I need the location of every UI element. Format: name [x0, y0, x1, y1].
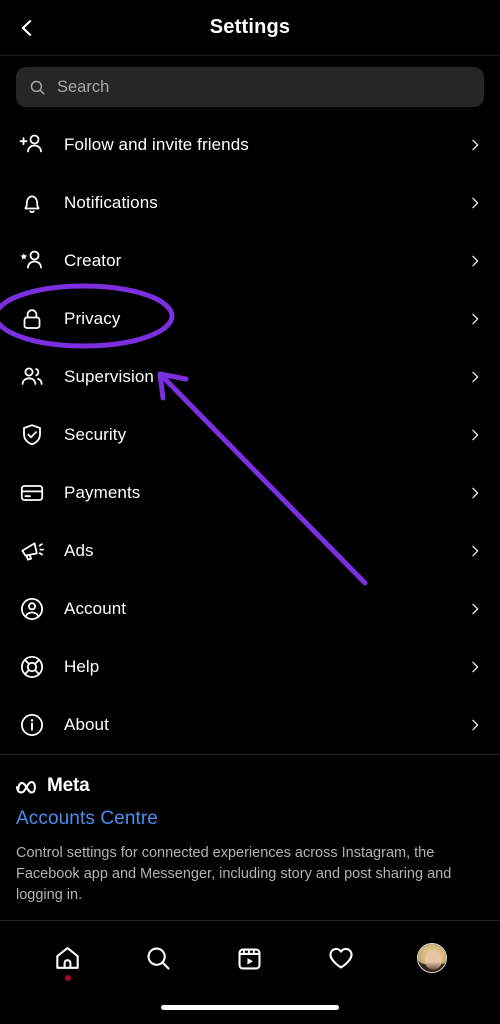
nav-reels[interactable]	[228, 936, 272, 980]
chevron-right-icon	[472, 429, 479, 441]
menu-item-label: Creator	[64, 251, 122, 270]
nav-activity[interactable]	[319, 936, 363, 980]
chevron-right-icon	[472, 139, 479, 151]
chevron-right-icon	[472, 197, 479, 209]
home-icon	[56, 946, 79, 969]
chevron-right-icon	[472, 313, 479, 325]
menu-item-label: Notifications	[64, 193, 158, 212]
reels-icon	[238, 948, 261, 970]
chevron-left-icon	[21, 19, 32, 36]
menu-item-help[interactable]: Help	[0, 638, 500, 696]
person-add-icon	[18, 131, 46, 159]
menu-item-label: Follow and invite friends	[64, 135, 249, 154]
chevron-right-icon	[472, 255, 479, 267]
meta-brand-name: Meta	[47, 775, 90, 796]
menu-item-label: Supervision	[64, 367, 154, 386]
settings-menu: Follow and invite friends Notifications	[0, 116, 500, 754]
chevron-right-icon	[472, 661, 479, 673]
menu-item-notifications[interactable]: Notifications	[0, 174, 500, 232]
chevron-right-icon	[472, 603, 479, 615]
menu-item-label: Ads	[64, 541, 94, 560]
menu-item-supervision[interactable]: Supervision	[0, 348, 500, 406]
search-icon	[30, 80, 45, 95]
page-title: Settings	[209, 16, 291, 38]
person-circle-icon	[18, 595, 46, 623]
lifebuoy-icon	[18, 653, 46, 681]
info-circle-icon	[18, 711, 46, 739]
search-icon	[147, 946, 170, 970]
nav-home[interactable]	[46, 936, 90, 981]
menu-item-security[interactable]: Security	[0, 406, 500, 464]
menu-item-payments[interactable]: Payments	[0, 464, 500, 522]
home-badge-dot	[64, 975, 71, 981]
menu-item-label: Help	[64, 657, 100, 676]
chevron-right-icon	[472, 719, 479, 731]
person-star-icon	[18, 247, 46, 275]
megaphone-icon	[18, 537, 46, 565]
search-input[interactable]: Search	[16, 67, 484, 107]
menu-item-label: Security	[64, 425, 127, 444]
menu-item-account[interactable]: Account	[0, 580, 500, 638]
menu-item-about[interactable]: About	[0, 696, 500, 754]
menu-item-privacy[interactable]: Privacy	[0, 290, 500, 348]
menu-item-follow-and-invite-friends[interactable]: Follow and invite friends	[0, 116, 500, 174]
settings-screen: Settings Search Follow and invite friend…	[0, 0, 500, 1024]
heart-icon	[329, 947, 353, 969]
avatar	[417, 943, 448, 973]
menu-item-label: About	[64, 715, 109, 734]
meta-infinity-icon	[16, 781, 36, 794]
search-placeholder: Search	[57, 77, 110, 96]
bell-icon	[18, 189, 46, 217]
nav-search[interactable]	[137, 936, 181, 980]
app-header: Settings	[0, 0, 500, 56]
search-container: Search	[0, 56, 500, 116]
chevron-right-icon	[472, 487, 479, 499]
meta-description: Control settings for connected experienc…	[16, 845, 452, 903]
menu-item-creator[interactable]: Creator	[0, 232, 500, 290]
chevron-right-icon	[472, 545, 479, 557]
menu-item-ads[interactable]: Ads	[0, 522, 500, 580]
credit-card-icon	[18, 479, 46, 507]
home-indicator	[161, 1005, 339, 1010]
meta-section: Meta Accounts Centre Control settings fo…	[0, 755, 500, 906]
avatar-shade	[418, 962, 447, 972]
chevron-right-icon	[472, 371, 479, 383]
people-icon	[18, 363, 46, 391]
menu-item-label: Payments	[64, 483, 141, 502]
nav-profile[interactable]	[410, 936, 454, 980]
lock-icon	[18, 305, 46, 333]
bottom-navigation	[0, 920, 500, 1024]
menu-item-label: Account	[64, 599, 127, 618]
menu-item-label: Privacy	[64, 309, 121, 328]
back-button[interactable]	[10, 11, 44, 45]
meta-brand: Meta	[16, 775, 484, 797]
shield-check-icon	[18, 421, 46, 449]
accounts-centre-link[interactable]: Accounts Centre	[16, 808, 484, 830]
